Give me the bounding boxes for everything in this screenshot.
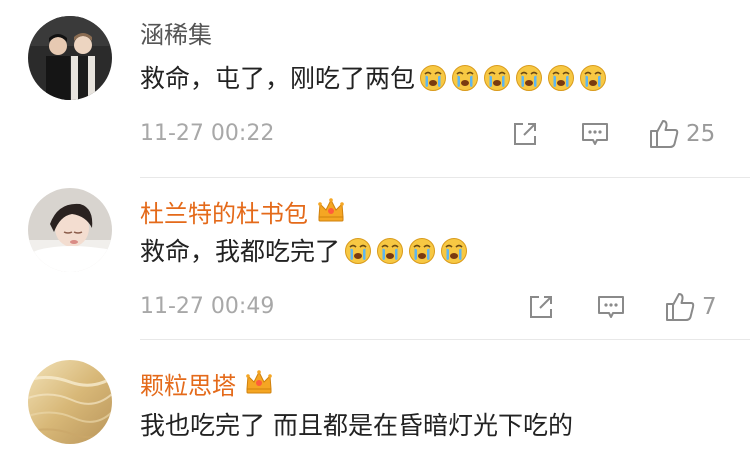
crying-emoji xyxy=(344,237,372,265)
crying-emoji xyxy=(376,237,404,265)
crying-emoji xyxy=(408,237,436,265)
comment-text: 我也吃完了 而且都是在昏暗灯光下吃的 xyxy=(140,411,573,440)
crying-emoji xyxy=(579,64,607,92)
comment-icon xyxy=(580,119,610,149)
comment-item: 颗粒思塔 我也吃完了 而且都是在昏暗灯光下吃的 xyxy=(0,340,750,460)
comment-meta: 11-27 00:49 7 xyxy=(0,290,750,324)
like-button[interactable]: 7 xyxy=(664,290,717,324)
username[interactable]: 颗粒思塔 xyxy=(140,367,274,401)
comment-meta: 11-27 00:22 25 xyxy=(0,117,750,151)
avatar[interactable] xyxy=(28,16,112,100)
comment-item: 涵稀集 救命，屯了，刚吃了两包 11-27 00:22 25 xyxy=(0,0,750,178)
crying-emoji xyxy=(419,64,447,92)
like-count: 7 xyxy=(702,294,717,320)
like-button[interactable]: 25 xyxy=(648,117,715,151)
comment-icon xyxy=(596,292,626,322)
emoji-row xyxy=(415,64,607,93)
comment-text: 救命，屯了，刚吃了两包 xyxy=(140,63,607,95)
share-icon xyxy=(526,292,556,322)
username[interactable]: 涵稀集 xyxy=(140,20,212,50)
comment-button[interactable] xyxy=(596,290,626,324)
comment-feed: 涵稀集 救命，屯了，刚吃了两包 11-27 00:22 25 杜兰特的杜书包 救… xyxy=(0,0,750,460)
avatar[interactable] xyxy=(28,360,112,444)
crying-emoji xyxy=(440,237,468,265)
crying-emoji xyxy=(515,64,543,92)
crying-emoji xyxy=(451,64,479,92)
timestamp: 11-27 00:22 xyxy=(140,121,275,146)
comment-item: 杜兰特的杜书包 救命，我都吃完了 11-27 00:49 7 xyxy=(0,178,750,340)
crown-icon xyxy=(316,195,346,225)
comment-text-content: 救命，我都吃完了 xyxy=(140,237,341,266)
emoji-row xyxy=(340,237,468,266)
comment-button[interactable] xyxy=(580,117,610,151)
comment-text: 救命，我都吃完了 xyxy=(140,236,468,268)
timestamp: 11-27 00:49 xyxy=(140,294,275,319)
thumbs-up-icon xyxy=(664,291,696,323)
crying-emoji xyxy=(547,64,575,92)
like-count: 25 xyxy=(686,121,716,147)
username-text: 杜兰特的杜书包 xyxy=(140,200,308,228)
avatar[interactable] xyxy=(28,188,112,272)
thumbs-up-icon xyxy=(648,118,680,150)
username-text: 颗粒思塔 xyxy=(140,372,236,400)
username[interactable]: 杜兰特的杜书包 xyxy=(140,195,346,229)
share-icon xyxy=(510,119,540,149)
crown-icon xyxy=(244,367,274,397)
share-button[interactable] xyxy=(510,117,540,151)
share-button[interactable] xyxy=(526,290,556,324)
comment-text-content: 救命，屯了，刚吃了两包 xyxy=(140,64,416,93)
crying-emoji xyxy=(483,64,511,92)
